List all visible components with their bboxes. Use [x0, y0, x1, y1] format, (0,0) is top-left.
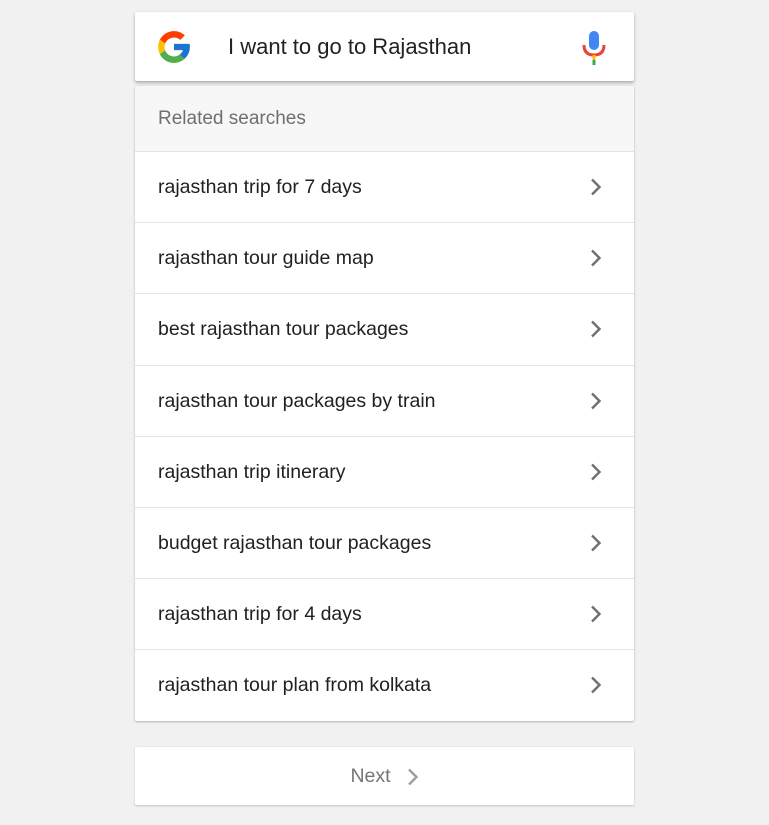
related-search-item[interactable]: rajasthan trip itinerary — [135, 437, 634, 508]
search-query-input[interactable]: I want to go to Rajasthan — [228, 12, 471, 81]
related-search-label: budget rajasthan tour packages — [158, 531, 432, 554]
related-search-item[interactable]: budget rajasthan tour packages — [135, 508, 634, 580]
related-search-label: rajasthan tour plan from kolkata — [158, 674, 432, 697]
related-search-label: rajasthan tour packages by train — [158, 389, 436, 412]
related-search-item[interactable]: best rajasthan tour packages — [135, 294, 634, 366]
related-search-item[interactable]: rajasthan tour packages by train — [135, 366, 634, 437]
chevron-right-icon — [591, 676, 602, 694]
related-search-label: rajasthan trip itinerary — [158, 460, 346, 483]
related-search-item[interactable]: rajasthan trip for 7 days — [135, 152, 634, 224]
next-page-button[interactable]: Next — [135, 747, 634, 805]
chevron-right-icon — [591, 534, 602, 552]
chevron-right-icon — [407, 768, 418, 785]
related-search-label: rajasthan trip for 7 days — [158, 176, 362, 198]
related-search-label: best rajasthan tour packages — [158, 318, 409, 341]
chevron-right-icon — [591, 178, 602, 196]
chevron-right-icon — [591, 392, 602, 409]
chevron-right-icon — [591, 249, 602, 267]
next-label: Next — [350, 764, 391, 787]
related-search-item[interactable]: rajasthan tour plan from kolkata — [135, 650, 634, 721]
related-search-item[interactable]: rajasthan trip for 4 days — [135, 579, 634, 651]
related-searches-header: Related searches — [135, 86, 634, 152]
search-bar[interactable]: I want to go to Rajasthan — [135, 12, 634, 81]
microphone-icon[interactable] — [579, 30, 609, 66]
google-logo-icon — [158, 31, 190, 63]
chevron-right-icon — [591, 605, 602, 623]
related-search-label: rajasthan trip for 4 days — [158, 603, 362, 626]
related-search-item[interactable]: rajasthan tour guide map — [135, 223, 634, 295]
related-searches-card: Related searches rajasthan trip for 7 da… — [135, 86, 634, 721]
chevron-right-icon — [591, 321, 602, 338]
chevron-right-icon — [591, 463, 602, 481]
related-search-label: rajasthan tour guide map — [158, 247, 374, 270]
